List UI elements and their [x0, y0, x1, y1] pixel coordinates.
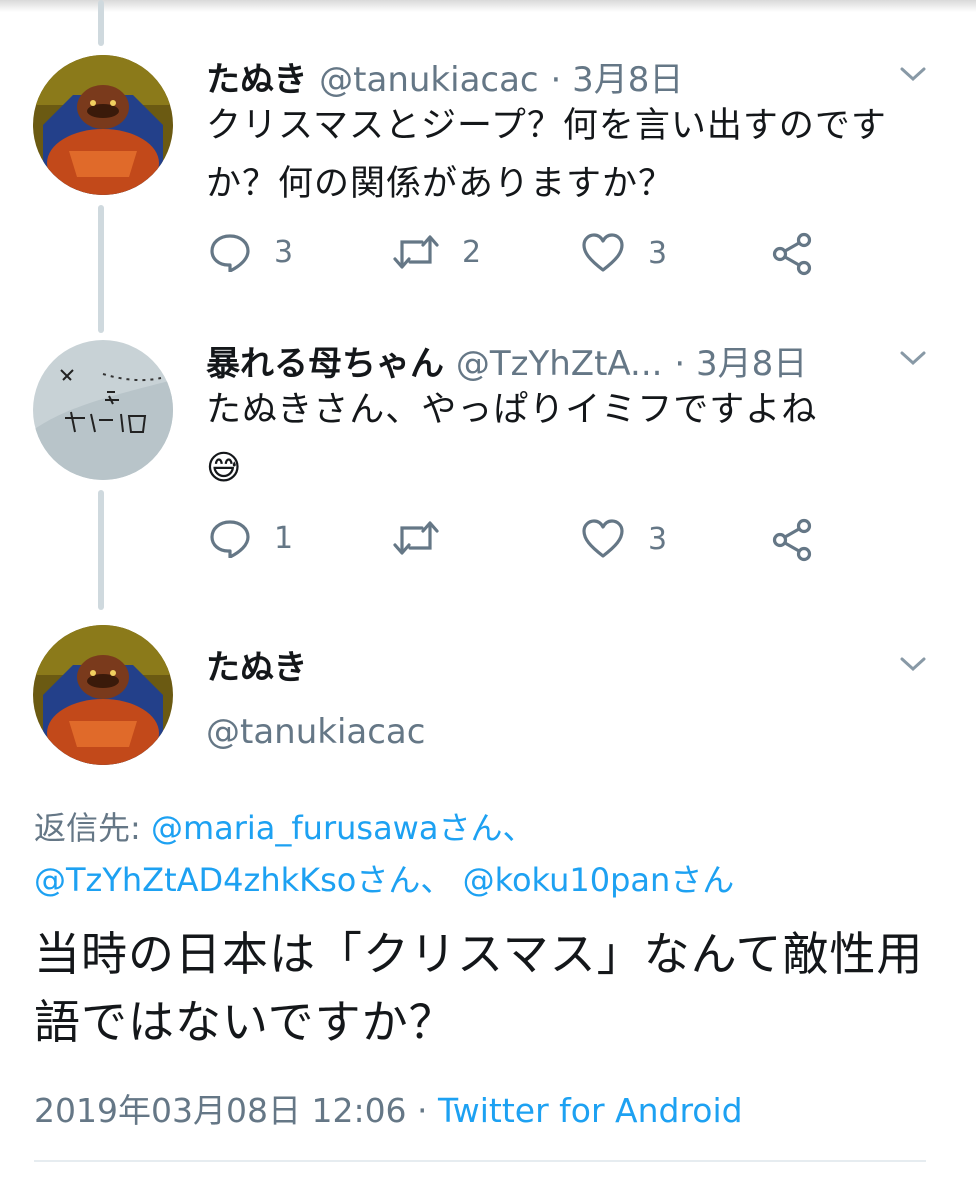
- handle[interactable]: @TzYhZtA...: [456, 344, 663, 384]
- avatar[interactable]: [33, 55, 173, 195]
- tweet-text-body: たぬきさん、やっぱりイミフですよね: [206, 390, 818, 430]
- display-name[interactable]: 暴れる母ちゃん: [206, 344, 444, 384]
- reply-button[interactable]: 1: [208, 518, 293, 558]
- chevron-down-icon[interactable]: [898, 64, 928, 84]
- reply-count: 3: [274, 234, 294, 270]
- tweet-timestamp: 2019年03月08日 12:06 · Twitter for Android: [34, 1084, 743, 1132]
- avatar[interactable]: [33, 340, 173, 480]
- reply-icon: [210, 234, 250, 272]
- share-icon: [772, 232, 812, 276]
- chevron-down-icon[interactable]: [898, 654, 928, 674]
- tweet-date[interactable]: · 3月8日: [674, 344, 807, 384]
- mention-link[interactable]: @TzYhZtAD4zhkKsoさん、: [34, 861, 452, 899]
- thread-line: [98, 0, 104, 46]
- tweet-text: クリスマスとジープ？何を言い出すのですか？何の関係がありますか？: [206, 106, 887, 204]
- thread-line: [98, 205, 104, 333]
- main-tweet-text: 当時の日本は「クリスマス」なんて敵性用語ではないですか？: [34, 927, 924, 1049]
- reply-icon: [210, 520, 250, 558]
- retweet-button[interactable]: [392, 518, 462, 558]
- handle[interactable]: @tanukiacac: [319, 60, 538, 100]
- share-icon: [772, 518, 812, 562]
- top-edge: [0, 0, 976, 12]
- thread-line: [98, 490, 104, 610]
- tweet-text: たぬきさん、やっぱりイミフですよね 😅: [206, 381, 926, 497]
- reply-to: 返信先: @maria_furusawaさん、 @TzYhZtAD4zhkKso…: [34, 802, 934, 906]
- author-name[interactable]: たぬき @tanukiacac · 3月8日: [206, 52, 683, 101]
- display-name[interactable]: たぬき: [206, 60, 307, 100]
- share-button[interactable]: [770, 518, 814, 562]
- author-name[interactable]: 暴れる母ちゃん @TzYhZtA... · 3月8日: [206, 336, 807, 385]
- divider: [34, 1160, 926, 1162]
- chevron-down-icon[interactable]: [898, 348, 928, 368]
- like-icon: [582, 519, 624, 558]
- display-name[interactable]: たぬき: [206, 640, 307, 689]
- like-icon: [582, 233, 624, 272]
- like-button[interactable]: 3: [580, 518, 667, 560]
- reply-count: 1: [274, 520, 294, 556]
- grinning-sweat-emoji: 😅: [206, 448, 243, 488]
- mention-link[interactable]: @maria_furusawaさん、: [151, 809, 535, 847]
- tweet-date[interactable]: · 3月8日: [550, 60, 683, 100]
- retweet-icon: [393, 521, 439, 555]
- mention-link[interactable]: @koku10panさん: [463, 861, 735, 899]
- reply-button[interactable]: 3: [208, 232, 293, 272]
- source-link[interactable]: Twitter for Android: [438, 1091, 743, 1130]
- handle[interactable]: @tanukiacac: [206, 712, 425, 752]
- timestamp-text: 2019年03月08日 12:06 ·: [34, 1091, 428, 1130]
- avatar[interactable]: [33, 625, 173, 765]
- like-button[interactable]: 3: [580, 232, 667, 274]
- like-count: 3: [648, 521, 668, 557]
- retweet-button[interactable]: 2: [392, 232, 481, 272]
- reply-to-label: 返信先:: [34, 809, 141, 847]
- retweet-icon: [393, 235, 439, 269]
- share-button[interactable]: [770, 232, 814, 276]
- retweet-count: 2: [462, 234, 482, 270]
- like-count: 3: [648, 235, 668, 271]
